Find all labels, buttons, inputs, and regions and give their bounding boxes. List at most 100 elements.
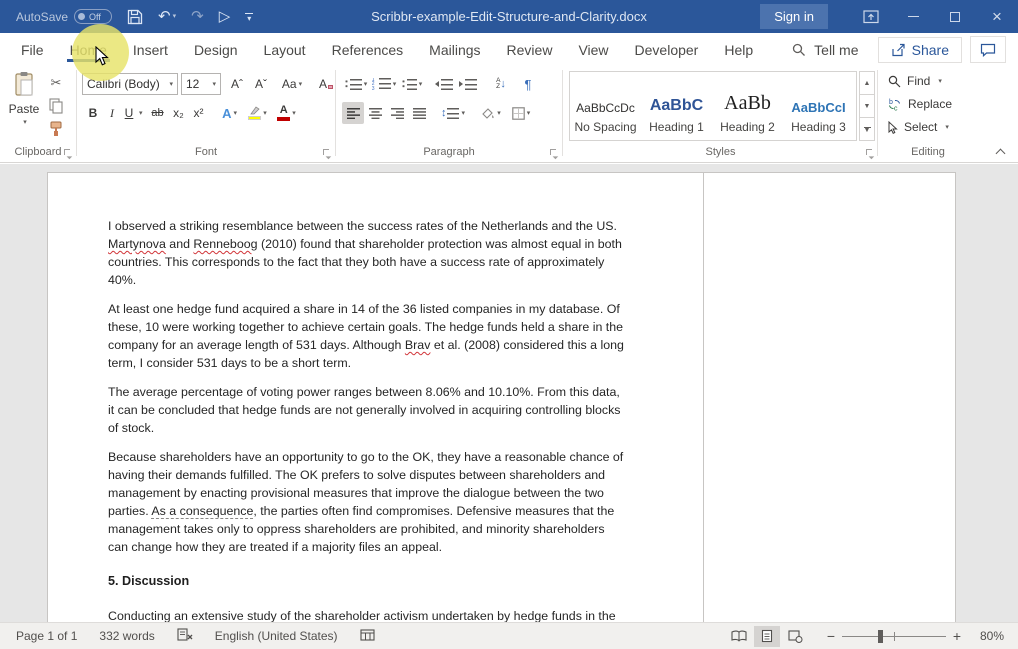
undo-dropdown-caret[interactable]: ▾ [173,13,177,20]
multilevel-list-button[interactable]: ▾ [398,73,426,95]
customize-qat-button[interactable]: ▾ [245,13,253,21]
underline-button[interactable]: U [121,102,137,124]
page-indicator[interactable]: Page 1 of 1 [16,629,77,643]
print-layout-button[interactable] [754,626,780,647]
styles-scroll-up-button[interactable]: ▲ [859,71,875,95]
show-formatting-marks-button[interactable]: ¶ [518,73,538,95]
styles-more-button[interactable]: ▼ [859,118,875,141]
style-heading-1[interactable]: AaBbC Heading 1 [641,72,712,140]
zoom-slider[interactable] [842,626,946,646]
style-heading-3[interactable]: AaBbCcI Heading 3 [783,72,854,140]
change-case-button[interactable]: Aa ▾ [277,73,307,95]
font-color-button[interactable]: A ▾ [273,102,301,124]
paragraph[interactable]: Because shareholders have an opportunity… [108,449,625,556]
style-name: No Spacing [574,120,636,134]
tab-help[interactable]: Help [711,33,766,66]
autosave-label: AutoSave [16,10,68,24]
ribbon-display-options-button[interactable] [850,0,892,33]
paragraph[interactable]: At least one hedge fund acquired a share… [108,301,625,373]
grow-font-button[interactable]: Aˆ [225,73,249,95]
highlight-button[interactable]: ▾ [243,102,273,124]
bullets-button[interactable]: ▾ [342,73,370,95]
section-heading[interactable]: 5. Discussion [108,573,625,591]
format-painter-button[interactable] [46,120,66,138]
document-page[interactable]: I observed a striking resemblance betwee… [47,172,956,622]
copy-button[interactable] [46,97,66,115]
borders-button[interactable]: ▾ [506,102,536,124]
underline-dropdown-caret[interactable]: ▾ [139,109,143,117]
maximize-button[interactable] [934,0,976,33]
style-no-spacing[interactable]: AaBbCcDc No Spacing [570,72,641,140]
tell-me-box[interactable]: Tell me [792,42,858,58]
zoom-level[interactable]: 80% [966,629,1004,643]
autosave-switch[interactable]: Off [74,9,112,24]
tab-insert[interactable]: Insert [120,33,181,66]
word-count[interactable]: 332 words [99,629,154,643]
sign-in-button[interactable]: Sign in [760,4,828,29]
paste-button[interactable]: Paste ▾ [6,71,42,145]
minimize-button[interactable] [892,0,934,33]
strikethrough-button[interactable]: ab [147,102,169,124]
superscript-button[interactable]: x² [189,102,209,124]
subscript-button[interactable]: x₂ [169,102,189,124]
close-button[interactable]: × [976,0,1018,33]
paragraph-group-label: Paragraph [336,146,562,158]
zoom-in-button[interactable]: + [948,628,966,644]
paste-dropdown-caret[interactable]: ▾ [23,118,27,126]
styles-scroll-down-button[interactable]: ▼ [859,95,875,118]
paragraph[interactable]: I observed a striking resemblance betwee… [108,218,625,290]
paragraph[interactable]: The average percentage of voting power r… [108,384,625,438]
select-button[interactable]: Select ▾ [888,120,949,134]
font-name-combo[interactable]: Calibri (Body) ▾ [82,73,178,95]
paragraph-group: ▾ 1 2 3 ▾ ▾ [336,66,562,162]
numbering-button[interactable]: 1 2 3 ▾ [370,73,398,95]
align-center-button[interactable] [364,102,386,124]
autosave-toggle[interactable]: AutoSave Off [16,9,112,24]
paragraph[interactable]: Conducting an extensive study of the sha… [108,608,625,622]
web-layout-button[interactable] [782,626,808,647]
increase-indent-button[interactable] [456,73,480,95]
undo-button[interactable]: ↶ ▾ [158,9,176,24]
zoom-slider-thumb[interactable] [878,630,883,643]
proofing-status-button[interactable] [177,628,193,644]
shrink-font-button[interactable]: Aˇ [249,73,273,95]
tab-references[interactable]: References [319,33,417,66]
sort-button[interactable]: AZ ↓ [488,73,514,95]
collapse-ribbon-button[interactable] [996,148,1006,156]
tab-file[interactable]: File [8,33,57,66]
tab-developer[interactable]: Developer [622,33,712,66]
save-button[interactable] [127,9,143,25]
share-button[interactable]: Share [878,37,962,63]
align-left-button[interactable] [342,102,364,124]
redo-button[interactable]: ↷ [191,9,204,24]
find-button[interactable]: Find ▾ [888,74,942,88]
play-button[interactable]: ▷ [219,9,231,24]
style-heading-2[interactable]: AaBb Heading 2 [712,72,783,140]
zoom-out-button[interactable]: − [822,628,840,644]
read-mode-button[interactable] [726,626,752,647]
tab-review[interactable]: Review [494,33,566,66]
macro-record-button[interactable] [360,629,375,644]
tab-view[interactable]: View [565,33,621,66]
tab-design[interactable]: Design [181,33,251,66]
language-indicator[interactable]: English (United States) [215,629,338,643]
tab-mailings[interactable]: Mailings [416,33,493,66]
line-spacing-button[interactable]: ↕ ▾ [438,102,468,124]
cut-button[interactable]: ✂ [46,74,66,92]
pilcrow-icon: ¶ [525,77,532,92]
document-text[interactable]: I observed a striking resemblance betwee… [108,218,625,622]
italic-button[interactable]: I [103,102,121,124]
decrease-indent-button[interactable] [432,73,456,95]
status-bar: Page 1 of 1 332 words English (United St… [0,622,1018,649]
font-size-combo[interactable]: 12 ▾ [181,73,221,95]
align-right-button[interactable] [386,102,408,124]
bold-button[interactable]: B [83,102,103,124]
font-name-value: Calibri (Body) [87,77,160,91]
shading-button[interactable]: ▾ [476,102,506,124]
text-effects-button[interactable]: A ▾ [217,102,243,124]
comments-button[interactable] [970,36,1006,63]
justify-button[interactable] [408,102,430,124]
tab-layout[interactable]: Layout [251,33,319,66]
tab-home[interactable]: Home [57,33,120,66]
replace-button[interactable]: b c Replace [888,97,952,111]
